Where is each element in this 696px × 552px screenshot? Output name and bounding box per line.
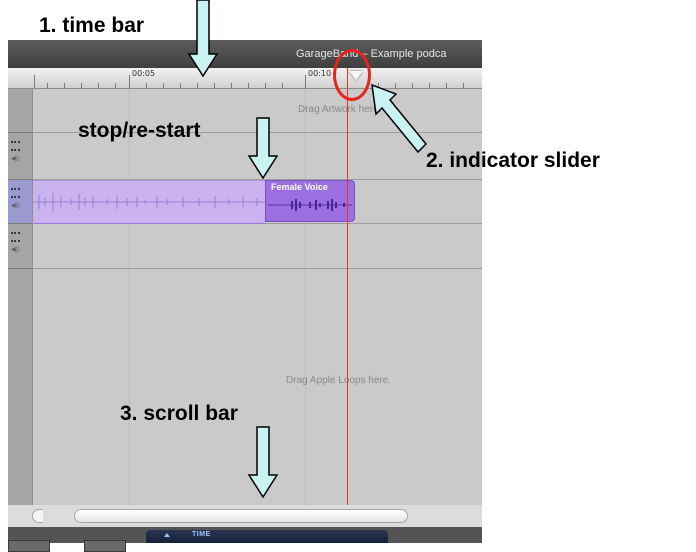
ruler-tick bbox=[163, 83, 164, 88]
highlight-ellipse bbox=[333, 49, 371, 101]
speaker-icon: ◀)) bbox=[11, 247, 20, 253]
track-grip-icon bbox=[11, 141, 20, 151]
track-grip-icon bbox=[11, 232, 20, 242]
window-title: GarageBand – Example podca bbox=[296, 48, 447, 60]
down-arrow-icon bbox=[247, 117, 279, 180]
down-arrow-icon bbox=[247, 426, 279, 499]
ruler-label-5s: 00:05 bbox=[132, 69, 156, 78]
audio-region[interactable] bbox=[33, 180, 265, 224]
ruler-tick bbox=[47, 83, 48, 88]
diagonal-arrow-icon bbox=[371, 83, 428, 154]
track-grip-icon bbox=[11, 188, 20, 198]
ruler-tick bbox=[248, 83, 249, 88]
ruler-tick bbox=[214, 83, 215, 88]
window-titlebar[interactable]: GarageBand – Example podca bbox=[8, 40, 482, 68]
ruler-tick bbox=[115, 83, 116, 88]
loops-drop-hint: Drag Apple Loops here. bbox=[286, 375, 392, 386]
annotation-scroll-bar: 3. scroll bar bbox=[120, 402, 238, 425]
ruler-tick bbox=[81, 83, 82, 88]
ruler-tick bbox=[98, 83, 99, 88]
track-header[interactable]: ◀)) bbox=[8, 133, 32, 180]
ruler-tick bbox=[34, 75, 35, 88]
down-arrow-icon bbox=[187, 0, 219, 78]
ruler-tick bbox=[231, 83, 232, 88]
scrollbar-thumb[interactable] bbox=[74, 509, 408, 523]
track-header-selected[interactable]: ◀)) bbox=[8, 180, 32, 224]
waveform-icon bbox=[268, 199, 352, 211]
control-button[interactable] bbox=[84, 540, 126, 552]
ruler-tick bbox=[265, 83, 266, 88]
lcd-mode-label: TIME bbox=[192, 531, 211, 538]
ruler-tick bbox=[146, 83, 147, 88]
track-header-column: ◀)) ◀)) ◀)) bbox=[8, 89, 33, 519]
ruler-tick bbox=[180, 83, 181, 88]
track-header[interactable]: ◀)) bbox=[8, 224, 32, 269]
playhead-line bbox=[347, 68, 348, 543]
ruler-tick bbox=[197, 83, 198, 88]
annotation-indicator-slider: 2. indicator slider bbox=[426, 149, 600, 172]
ruler-tick bbox=[282, 83, 283, 88]
ruler-tick bbox=[463, 83, 464, 88]
ruler-tick bbox=[429, 83, 430, 88]
scrollbar-left-cap[interactable] bbox=[32, 509, 43, 523]
chevron-up-icon bbox=[164, 533, 170, 537]
ruler-tick bbox=[64, 83, 65, 88]
lcd-display[interactable]: TIME bbox=[146, 530, 388, 543]
waveform-icon bbox=[33, 193, 265, 211]
speaker-icon: ◀)) bbox=[11, 203, 20, 209]
control-button[interactable] bbox=[8, 540, 50, 552]
speaker-icon: ◀)) bbox=[11, 156, 20, 162]
ruler-label-10s: 00:10 bbox=[308, 69, 332, 78]
ruler-tick bbox=[446, 83, 447, 88]
track-lane[interactable] bbox=[33, 224, 482, 269]
female-voice-region[interactable]: Female Voice bbox=[265, 180, 355, 222]
annotation-stop-restart: stop/re-start bbox=[78, 119, 201, 142]
ruler-tick bbox=[305, 75, 306, 88]
annotation-time-bar: 1. time bar bbox=[39, 14, 145, 37]
ruler-tick bbox=[129, 75, 130, 88]
artwork-track-header[interactable] bbox=[8, 89, 32, 133]
